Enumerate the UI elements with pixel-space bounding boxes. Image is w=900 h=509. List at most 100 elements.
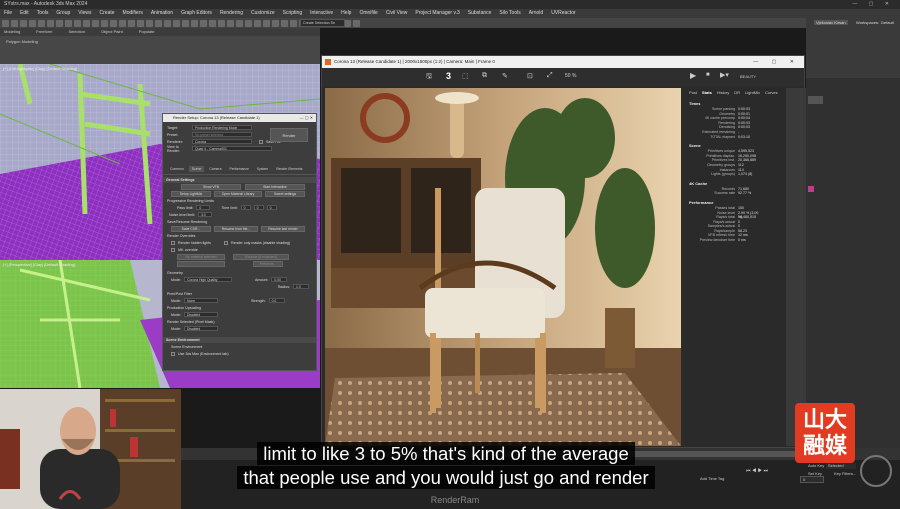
toolbar-icon[interactable] [227,19,234,27]
workspace-value[interactable]: Default [881,20,894,25]
target-dropdown[interactable]: Production Rendering Mode [192,125,252,130]
set-key-button[interactable]: Set Key [808,471,822,476]
toolbar-icon[interactable] [173,19,180,27]
render-setup-tab[interactable]: Camera [206,166,224,172]
menu-item[interactable]: Civil View [382,9,412,18]
mtl-override-checkbox[interactable] [171,247,175,252]
pass-limit-field[interactable]: 0 [196,205,211,210]
menu-item[interactable]: Group [52,9,74,18]
menu-item[interactable]: UVReactor [547,9,579,18]
fit-icon[interactable]: ⤢ [547,72,553,80]
menu-item[interactable]: Scripting [279,9,306,18]
picker-icon[interactable]: ✎ [502,72,508,80]
zoom-level[interactable]: 50 % [565,73,576,79]
ribbon-tab[interactable]: Populate [135,28,167,36]
toolbar-icon[interactable] [92,19,99,27]
render-setup-tab[interactable]: Scene [188,166,205,172]
toolbar-icon[interactable] [146,19,153,27]
region-icon[interactable]: ⬚ [462,72,469,80]
copy-icon[interactable]: ⧉ [482,72,487,80]
radius-field[interactable]: 1.0 [293,284,309,289]
menu-item[interactable]: Edit [16,9,33,18]
toolbar-icon[interactable] [20,19,27,27]
play-controls[interactable]: ⏮ ◀ ▶ ⏭ [746,468,768,474]
toolbar-icon[interactable] [254,19,261,27]
save-cxr-button[interactable]: Save CXR... [171,225,211,232]
toolbar-icon[interactable] [263,19,270,27]
strength-field[interactable]: 0.0 [268,298,285,303]
toolbar-icon[interactable] [83,19,90,27]
toolbar-icon[interactable] [110,19,117,27]
toolbar-icon[interactable] [353,19,360,27]
render-button[interactable]: Render [270,128,308,142]
toolbar-icon[interactable] [344,19,351,27]
window-controls[interactable]: — ▢ ✕ [852,0,894,9]
crop-icon[interactable]: ⊡ [527,72,533,80]
save-file-checkbox[interactable] [259,139,263,144]
key-filters-button[interactable]: Key Filters... [834,471,856,476]
frame-field[interactable]: 0 [800,476,824,483]
view-dropdown[interactable]: Quad 4 - Camera001 [192,146,272,151]
use-3ds-env-radio[interactable] [171,351,175,356]
render-selected-dropdown[interactable]: Disabled [184,326,218,331]
vfb-side-tab[interactable]: Stats [702,90,712,95]
ribbon-tab[interactable]: Freeform [32,28,64,36]
selected-dropdown[interactable]: Selected [826,463,856,469]
toolbar-icon[interactable] [29,19,36,27]
setup-lightmix-button[interactable]: Setup LightMix [171,190,211,197]
start-interactive-button[interactable]: Start Interactive [245,183,305,190]
user-label[interactable]: Vjekoslav Kirsan [814,20,848,25]
menu-item[interactable]: Substance [464,9,496,18]
resume-last-button[interactable]: Resume last render [261,225,305,232]
amount-field[interactable]: 0.00 [271,277,288,282]
toolbar-icon[interactable] [209,19,216,27]
menu-item[interactable]: Create [96,9,119,18]
mtl-slot-button[interactable] [177,260,225,267]
menu-item[interactable]: Rendering [216,9,247,18]
toolbar-icon[interactable] [272,19,279,27]
render-image[interactable] [325,88,681,446]
preserve-button[interactable]: Preserve... [253,260,283,267]
time-limit-seconds[interactable]: 0 [266,205,277,210]
selection-set-dropdown[interactable]: Create Selection Se [300,19,345,27]
close-icon[interactable]: — ▢ ✕ [300,114,313,122]
noise-limit-field[interactable]: 3.0 [197,212,212,217]
render-setup-tab[interactable]: Performance [226,166,251,172]
toolbar-icon[interactable] [236,19,243,27]
render-setup-tab[interactable]: Common [167,166,187,172]
menu-item[interactable]: Views [74,9,95,18]
vfb-scroll-strip[interactable] [786,88,806,446]
exclude-button[interactable]: Exclude (0 excluded) [233,253,289,260]
toolbar-icon[interactable] [47,19,54,27]
toolbar-icon[interactable] [38,19,45,27]
auto-key-button[interactable]: Auto Key [808,463,824,468]
toolbar-icon[interactable] [164,19,171,27]
toolbar-icon[interactable] [281,19,288,27]
show-vfb-button[interactable]: Show VFB [181,183,241,190]
toolbar-icon[interactable] [101,19,108,27]
open-material-library-button[interactable]: Open Material Library [214,190,262,197]
renderer-dropdown[interactable]: Corona [192,139,252,144]
menu-item[interactable]: File [0,9,16,18]
preset-dropdown[interactable]: No preset selected [192,132,252,137]
render-setup-titlebar[interactable]: Render Setup: Corona 13 (Release Candida… [163,114,316,122]
toolbar-icon[interactable] [218,19,225,27]
no-material-button[interactable]: No material selected [177,253,225,260]
menu-item[interactable]: Arnold [525,9,547,18]
resume-from-file-button[interactable]: Resume from file... [214,225,258,232]
upscaling-dropdown[interactable]: Disabled [184,312,218,317]
toolbar-icon[interactable] [65,19,72,27]
ribbon-tab[interactable]: Object Paint [97,28,135,36]
vfb-side-tab[interactable]: DR [734,90,740,95]
menu-item[interactable]: Project Manager v.3 [411,9,463,18]
toolbar-icon[interactable] [155,19,162,27]
render-play-icon[interactable]: ▶ [690,71,696,80]
window-controls-vfb[interactable]: — ▢ ✕ [753,56,800,68]
stop-icon[interactable]: ■ [706,72,710,78]
menu-item[interactable]: Help [337,9,355,18]
render-setup-tab[interactable]: System [254,166,271,172]
render-hidden-checkbox[interactable] [171,240,175,245]
menu-item[interactable]: Animation [147,9,177,18]
menu-item[interactable]: Omnifile [355,9,381,18]
ribbon-tab[interactable]: Selection [64,28,96,36]
